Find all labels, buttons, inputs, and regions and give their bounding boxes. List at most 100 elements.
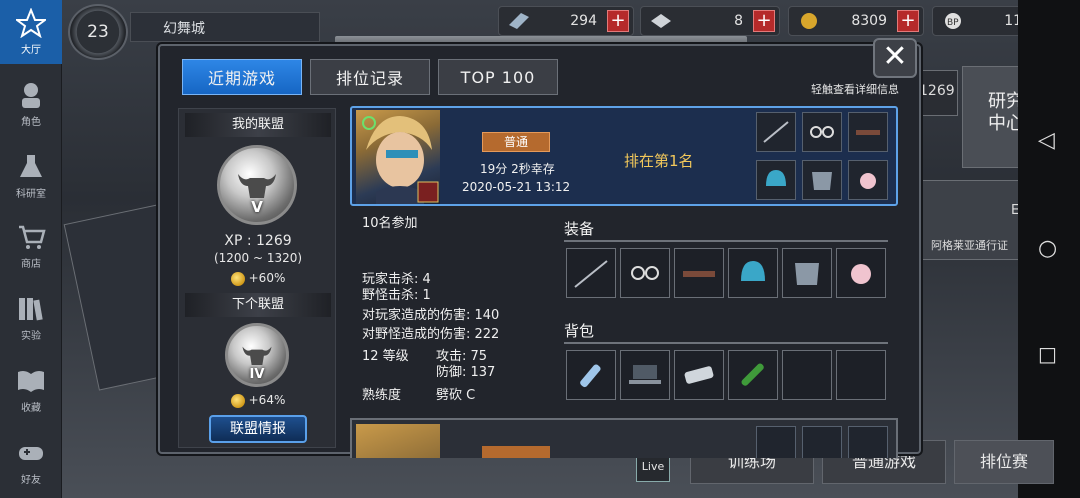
crystal-add-button[interactable]: +	[607, 10, 629, 32]
my-alliance-xp: XP : 1269	[224, 233, 292, 249]
character-icon	[22, 83, 40, 108]
android-nav-bar: ◁ ○ □	[1018, 0, 1080, 498]
next-alliance-medal: IV	[225, 323, 289, 387]
my-alliance-bonus-row: +60%	[179, 271, 337, 286]
equipment-slot[interactable]	[620, 248, 670, 298]
equipment-divider	[564, 240, 888, 242]
backpack-slot-empty[interactable]	[782, 350, 832, 400]
coin-icon	[801, 13, 817, 29]
bp-icon: BP	[945, 13, 961, 29]
armor-icon	[812, 172, 832, 190]
nav-character[interactable]: 角色	[0, 72, 62, 136]
record-slot	[848, 112, 888, 152]
location-text: 幻舞城	[163, 21, 205, 37]
equipment-slot[interactable]	[728, 248, 778, 298]
nav-friends-label: 好友	[21, 475, 41, 486]
coin-icon	[230, 271, 245, 286]
backpack-divider	[564, 342, 888, 344]
location-label: 幻舞城	[130, 12, 320, 42]
cart-icon	[19, 225, 46, 249]
game-record-row[interactable]: 普通 19分 2秒幸存 2020-05-21 13:12 排在第1名	[350, 106, 898, 206]
home-icon[interactable]: ○	[1038, 236, 1057, 261]
record-slot	[802, 160, 842, 200]
character-portrait	[356, 424, 440, 458]
recents-icon[interactable]: □	[1038, 342, 1057, 366]
glasses-icon	[810, 126, 834, 138]
xp-partial-box: 1269	[918, 70, 958, 116]
tab-ranked-records-label: 排位记录	[335, 69, 404, 88]
coin-add-button[interactable]: +	[897, 10, 919, 32]
player-level-badge[interactable]: 23	[68, 4, 128, 60]
tab-top100[interactable]: TOP 100	[438, 59, 558, 95]
detail-hint: 轻触查看详细信息	[811, 83, 899, 96]
equipment-slot[interactable]	[674, 248, 724, 298]
pearl-icon	[851, 264, 871, 284]
nav-experiment[interactable]: 实验	[0, 286, 62, 350]
placement-text: 排在第1名	[624, 152, 694, 170]
close-button[interactable]: ✕	[873, 38, 917, 78]
ticket-resource: 8 +	[640, 6, 780, 36]
close-icon: ✕	[882, 39, 908, 74]
open-book-icon	[18, 370, 44, 392]
character-level: 12 等级	[362, 349, 409, 364]
game-datetime: 2020-05-21 13:12	[462, 180, 571, 194]
nav-collection-label: 收藏	[21, 403, 41, 414]
nav-lobby[interactable]: 大厅	[0, 0, 62, 64]
star-logo-icon	[16, 8, 46, 38]
glasses-icon	[631, 266, 659, 280]
alliance-panel: 我的联盟 V XP : 1269 (1200 ~ 1320) +60% 下个联盟…	[178, 108, 336, 448]
flask-icon	[20, 155, 42, 177]
record-slot	[848, 426, 888, 458]
backpack-slot[interactable]	[620, 350, 670, 400]
laptop-icon	[629, 365, 661, 384]
pearl-icon	[860, 173, 876, 189]
backpack-slot[interactable]	[674, 350, 724, 400]
coin-resource: 8309 +	[788, 6, 924, 36]
ticket-icon	[651, 14, 671, 28]
coin-icon	[230, 393, 245, 408]
books-icon	[19, 298, 43, 321]
ticket-add-button[interactable]: +	[753, 10, 775, 32]
my-alliance-medal: V	[217, 145, 297, 225]
nav-lab[interactable]: 科研室	[0, 144, 62, 208]
monster-kills: 野怪击杀: 1	[362, 288, 431, 303]
xp-partial-text: 1269	[919, 83, 955, 99]
my-alliance-xp-range: (1200 ~ 1320)	[213, 251, 303, 265]
back-icon[interactable]: ◁	[1038, 128, 1055, 153]
status-icon	[362, 116, 376, 130]
nav-character-label: 角色	[21, 117, 41, 128]
spear-icon	[574, 260, 608, 288]
bull-emblem-icon	[238, 174, 276, 198]
crystal-resource: 294 +	[498, 6, 634, 36]
ranked-label: 排位赛	[979, 452, 1028, 471]
my-alliance-rank: V	[251, 198, 263, 216]
equipment-slot[interactable]	[782, 248, 832, 298]
rifle-icon	[856, 130, 880, 135]
damage-to-monsters: 对野怪造成的伤害: 222	[362, 327, 500, 342]
tab-recent-games-label: 近期游戏	[207, 69, 276, 88]
live-label: Live	[641, 460, 665, 473]
nav-lab-label: 科研室	[16, 189, 46, 200]
game-mode-badge	[482, 446, 550, 458]
backpack-slot-empty[interactable]	[836, 350, 886, 400]
game-details: 10名参加 玩家击杀: 4 野怪击杀: 1 对玩家造成的伤害: 140 对野怪造…	[350, 208, 898, 408]
tab-recent-games[interactable]: 近期游戏	[182, 59, 302, 95]
nav-collection[interactable]: 收藏	[0, 358, 62, 422]
equipment-title: 装备	[564, 220, 595, 238]
character-portrait	[356, 110, 440, 204]
equipment-slot[interactable]	[566, 248, 616, 298]
nav-shop[interactable]: 商店	[0, 214, 62, 278]
equipment-slot[interactable]	[836, 248, 886, 298]
nav-friends[interactable]: 好友	[0, 430, 62, 494]
tab-ranked-records[interactable]: 排位记录	[310, 59, 430, 95]
backpack-title: 背包	[564, 322, 595, 340]
record-slot	[848, 160, 888, 200]
alliance-info-button[interactable]: 联盟情报	[209, 415, 307, 443]
game-record-row[interactable]	[350, 418, 898, 458]
ranked-button[interactable]: 排位赛	[954, 440, 1054, 484]
svg-text:BP: BP	[947, 18, 959, 28]
backpack-slot[interactable]	[566, 350, 616, 400]
backpack-slot[interactable]	[728, 350, 778, 400]
pass-label: 阿格莱亚通行证	[931, 239, 1008, 252]
defense-stat: 防御: 137	[436, 365, 496, 380]
